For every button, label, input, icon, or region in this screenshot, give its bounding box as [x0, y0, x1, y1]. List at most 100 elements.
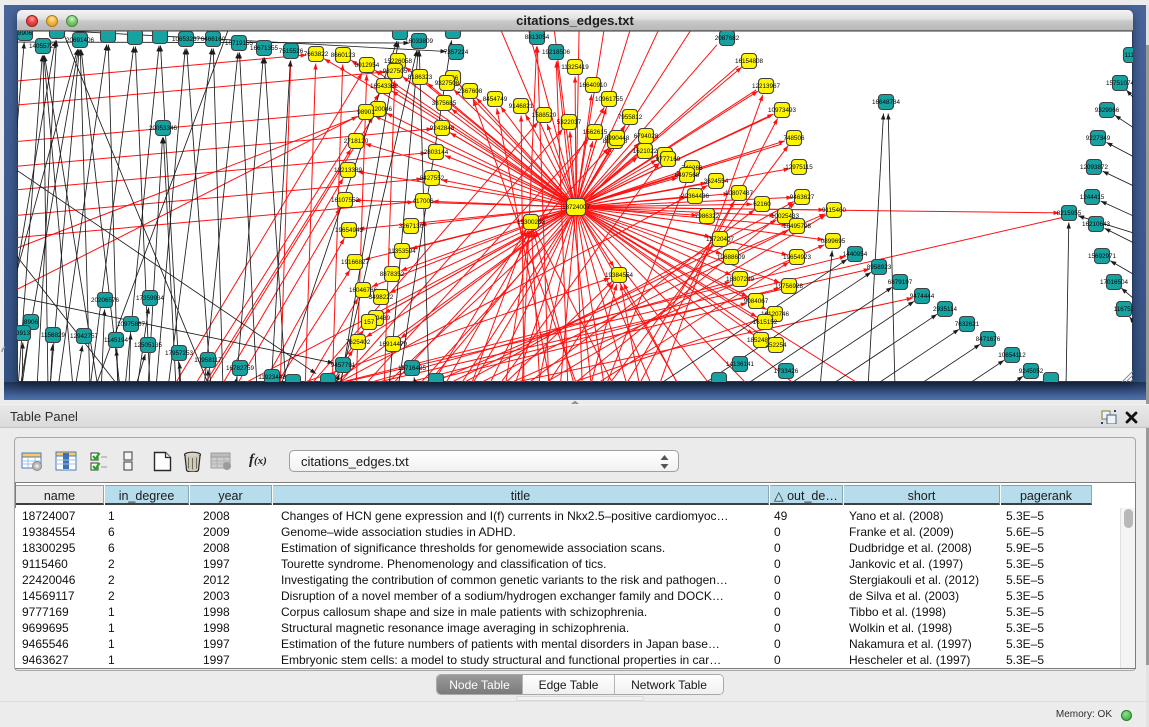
svg-text:157: 157 — [364, 319, 375, 326]
svg-text:9245052: 9245052 — [1019, 368, 1044, 375]
svg-text:1145194: 1145194 — [104, 337, 129, 344]
svg-text:3913: 3913 — [17, 330, 30, 337]
svg-text:252254: 252254 — [765, 342, 787, 349]
svg-text:2718120: 2718120 — [344, 138, 369, 145]
svg-text:10688609: 10688609 — [717, 254, 746, 261]
svg-text:8958923: 8958923 — [867, 264, 892, 271]
svg-text:10973493: 10973493 — [768, 107, 797, 114]
svg-text:9457791: 9457791 — [331, 362, 356, 369]
svg-text:12093872: 12093872 — [1080, 164, 1109, 171]
svg-text:3267130: 3267130 — [399, 223, 424, 230]
svg-text:7625402: 7625402 — [346, 339, 371, 346]
svg-text:19384554: 19384554 — [605, 272, 634, 279]
svg-text:11325419: 11325419 — [561, 64, 589, 71]
svg-text:1733426: 1733426 — [774, 368, 799, 375]
svg-text:9777169: 9777169 — [656, 156, 681, 163]
svg-text:8660123: 8660123 — [331, 52, 356, 59]
svg-text:16033809: 16033809 — [405, 38, 434, 45]
svg-text:748506: 748506 — [783, 135, 805, 142]
svg-text:15751074: 15751074 — [1106, 80, 1133, 87]
svg-text:18724007: 18724007 — [562, 204, 591, 211]
svg-text:17016504: 17016504 — [1100, 279, 1129, 286]
svg-text:8813054: 8813054 — [525, 34, 550, 41]
svg-text:16671355: 16671355 — [250, 45, 279, 52]
svg-text:16640910: 16640910 — [579, 82, 608, 89]
svg-text:9463627: 9463627 — [790, 194, 815, 201]
svg-text:3498222: 3498222 — [369, 294, 394, 301]
svg-text:7515526: 7515526 — [279, 48, 304, 55]
svg-text:12975115: 12975115 — [785, 164, 813, 171]
svg-text:0899695: 0899695 — [821, 238, 846, 245]
svg-text:12213389: 12213389 — [334, 167, 363, 174]
svg-text:8906: 8906 — [18, 31, 33, 37]
svg-text:5322037: 5322037 — [557, 119, 582, 126]
svg-text:8186323: 8186323 — [408, 74, 433, 81]
svg-text:15692971: 15692971 — [1088, 253, 1117, 260]
svg-text:9115460: 9115460 — [822, 207, 847, 214]
svg-text:10961755: 10961755 — [595, 96, 624, 103]
svg-text:11923448: 11923448 — [258, 374, 286, 381]
svg-text:9084067: 9084067 — [744, 298, 769, 305]
svg-text:14136141: 14136141 — [726, 361, 755, 368]
svg-text:7632621: 7632621 — [955, 321, 980, 328]
svg-text:16648784: 16648784 — [872, 99, 901, 106]
svg-text:8427552: 8427552 — [420, 175, 445, 182]
svg-text:16495798: 16495798 — [783, 223, 812, 230]
svg-text:8471676: 8471676 — [976, 336, 1001, 343]
svg-text:12942757: 12942757 — [70, 333, 99, 340]
svg-text:15300203: 15300203 — [517, 219, 546, 226]
svg-text:19166827: 19166827 — [341, 259, 370, 266]
svg-text:9327508: 9327508 — [435, 80, 460, 87]
svg-text:9474444: 9474444 — [910, 293, 935, 300]
svg-text:1440954: 1440954 — [843, 251, 868, 258]
svg-text:16782759: 16782759 — [226, 365, 255, 372]
svg-text:8454749: 8454749 — [483, 96, 508, 103]
svg-text:9146821: 9146821 — [509, 103, 534, 110]
svg-text:7663822: 7663822 — [304, 51, 329, 58]
svg-text:19654923: 19654923 — [783, 254, 812, 261]
svg-text:10653267: 10653267 — [172, 36, 201, 43]
svg-text:20364436: 20364436 — [681, 193, 710, 200]
svg-text:14055721: 14055721 — [29, 43, 58, 50]
svg-text:12213967: 12213967 — [752, 83, 781, 90]
svg-text:1112: 1112 — [1124, 52, 1133, 59]
svg-text:8215955: 8215955 — [1057, 210, 1082, 217]
svg-text:12505135: 12505135 — [134, 342, 163, 349]
svg-text:16154808: 16154808 — [735, 58, 764, 65]
svg-text:98901: 98901 — [357, 109, 375, 116]
svg-text:8878352: 8878352 — [380, 271, 405, 278]
svg-text:10807487: 10807487 — [725, 190, 754, 197]
svg-text:20206576: 20206576 — [91, 297, 120, 304]
svg-text:9227349: 9227349 — [1086, 135, 1111, 142]
svg-text:8912954: 8912954 — [355, 62, 380, 69]
svg-text:116753: 116753 — [1114, 306, 1133, 313]
svg-text:1615152: 1615152 — [753, 319, 778, 326]
svg-text:16914479: 16914479 — [379, 341, 408, 348]
svg-text:7955812: 7955812 — [618, 114, 643, 121]
svg-text:1244415: 1244415 — [1080, 194, 1105, 201]
svg-text:3875685: 3875685 — [432, 100, 457, 107]
svg-text:9329966: 9329966 — [1095, 107, 1120, 114]
svg-text:17957253: 17957253 — [165, 350, 194, 357]
svg-text:16543362: 16543362 — [370, 83, 399, 90]
svg-text:3624554: 3624554 — [704, 178, 729, 185]
svg-text:62160: 62160 — [753, 201, 771, 208]
svg-text:6879197: 6879197 — [888, 279, 913, 286]
svg-text:7357224: 7357224 — [444, 49, 469, 56]
svg-text:17359934: 17359934 — [136, 295, 165, 302]
svg-text:19218506: 19218506 — [542, 49, 571, 56]
svg-text:2803144: 2803144 — [424, 149, 449, 156]
svg-text:15716485: 15716485 — [398, 365, 427, 372]
svg-text:20691406: 20691406 — [66, 37, 95, 44]
svg-text:417006: 417006 — [412, 198, 434, 205]
svg-text:10975867: 10975867 — [117, 321, 146, 328]
svg-text:1621022: 1621022 — [633, 148, 658, 155]
svg-text:18807249: 18807249 — [726, 276, 755, 283]
svg-text:9242848: 9242848 — [430, 125, 455, 132]
svg-text:16210643: 16210643 — [1082, 221, 1111, 228]
svg-text:16107552: 16107552 — [331, 197, 360, 204]
svg-text:20053346: 20053346 — [149, 125, 178, 132]
svg-text:8990448: 8990448 — [605, 135, 630, 142]
svg-text:19756928: 19756928 — [775, 283, 804, 290]
svg-text:6497568: 6497568 — [675, 172, 700, 179]
